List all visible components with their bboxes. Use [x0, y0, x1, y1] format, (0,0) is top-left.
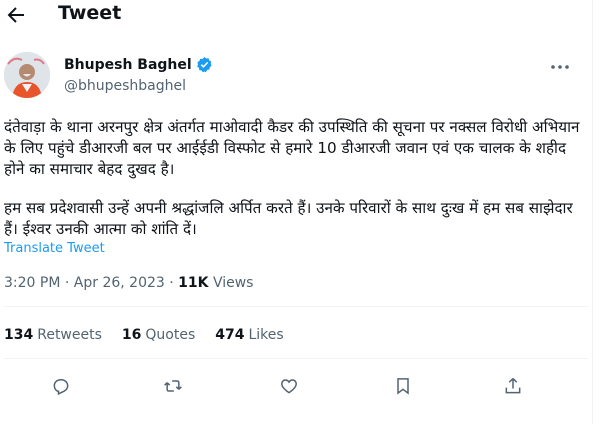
retweet-icon: [164, 380, 182, 392]
quotes-label: Quotes: [145, 327, 196, 343]
tweet-paragraph: दंतेवाड़ा के थाना अरनपुर क्षेत्र अंतर्गत…: [4, 118, 580, 178]
views-label: Views: [212, 275, 254, 291]
likes-label: Likes: [248, 327, 284, 343]
meta-separator: ·: [64, 275, 70, 291]
author-name-row[interactable]: Bhupesh Baghel: [64, 56, 213, 73]
retweets-stat[interactable]: 134 Retweets: [4, 327, 102, 343]
share-button[interactable]: [500, 373, 526, 399]
tweet-text: दंतेवाड़ा के थाना अरनपुर क्षेत्र अंतर्गत…: [4, 117, 588, 240]
tweet-time[interactable]: 3:20 PM: [4, 275, 60, 291]
avatar[interactable]: [4, 52, 50, 98]
verified-badge-icon: [196, 57, 212, 73]
bookmark-button[interactable]: [390, 373, 416, 399]
like-button[interactable]: [276, 373, 302, 399]
more-options-icon[interactable]: [548, 57, 572, 77]
action-bar: [0, 373, 592, 399]
arrow-left-icon[interactable]: [4, 3, 28, 27]
retweets-label: Retweets: [37, 327, 102, 343]
page-title: Tweet: [58, 2, 122, 24]
header: Tweet: [0, 0, 592, 32]
quotes-stat[interactable]: 16 Quotes: [122, 327, 195, 343]
tweet-paragraph: हम सब प्रदेशवासी उन्हें अपनी श्रद्धांजलि…: [4, 199, 573, 238]
like-icon: [281, 379, 297, 394]
share-icon: [505, 377, 521, 394]
divider: [4, 358, 588, 359]
tweet-stats: 134 Retweets 16 Quotes 474 Likes: [4, 327, 284, 343]
reply-icon: [53, 379, 69, 396]
divider: [4, 306, 588, 307]
retweet-button[interactable]: [160, 373, 186, 399]
retweets-count: 134: [4, 327, 34, 343]
likes-count: 474: [215, 327, 245, 343]
author-handle[interactable]: @bhupeshbaghel: [64, 78, 186, 94]
translate-link[interactable]: Translate Tweet: [4, 241, 105, 256]
author-name[interactable]: Bhupesh Baghel: [64, 57, 192, 73]
views-count: 11K: [178, 275, 209, 291]
reply-button[interactable]: [48, 373, 74, 399]
column-divider: [592, 0, 593, 424]
quotes-count: 16: [121, 327, 142, 343]
meta-separator: ·: [169, 275, 174, 291]
tweet-meta: 3:20 PM · Apr 26, 2023 · 11K Views: [4, 275, 253, 291]
bookmark-icon: [397, 378, 409, 395]
likes-stat[interactable]: 474 Likes: [215, 327, 283, 343]
tweet-date[interactable]: Apr 26, 2023: [74, 275, 165, 291]
